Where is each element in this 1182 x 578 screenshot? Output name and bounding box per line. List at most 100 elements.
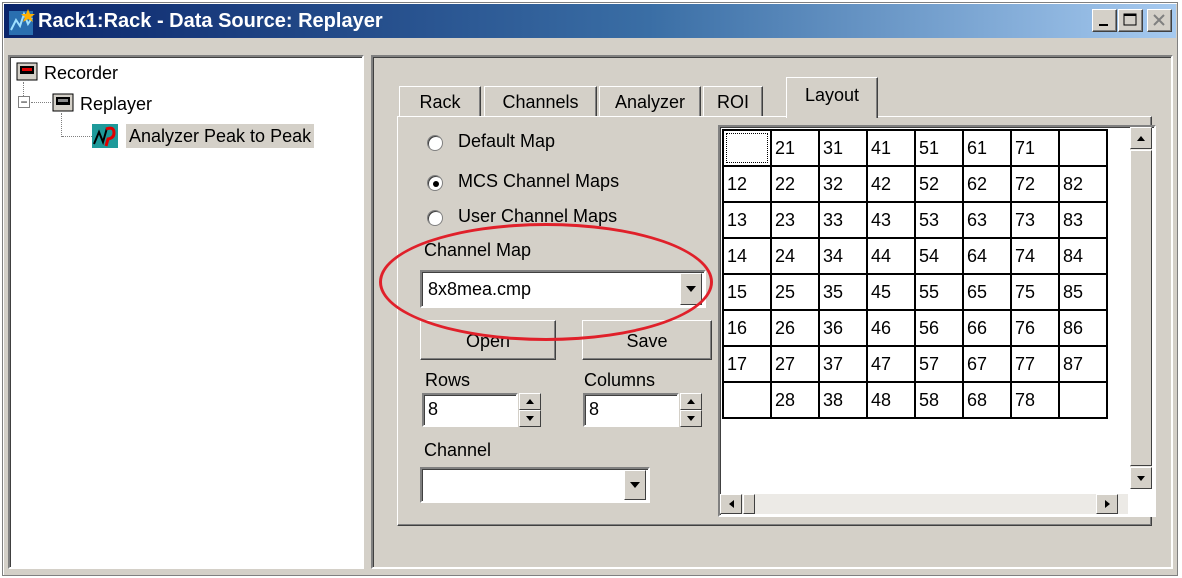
grid-cell[interactable]: 17: [722, 345, 772, 383]
rows-up-icon[interactable]: [519, 393, 541, 410]
grid-cell[interactable]: 87: [1058, 345, 1108, 383]
columns-up-icon[interactable]: [680, 393, 702, 410]
grid-cell[interactable]: 22: [770, 165, 820, 203]
save-button[interactable]: Save: [582, 320, 712, 360]
grid-cell[interactable]: 75: [1010, 273, 1060, 311]
grid-cell[interactable]: 25: [770, 273, 820, 311]
grid-cell[interactable]: 15: [722, 273, 772, 311]
grid-cell[interactable]: 36: [818, 309, 868, 347]
rows-down-icon[interactable]: [519, 410, 541, 427]
grid-cell[interactable]: 68: [962, 381, 1012, 419]
grid-cell[interactable]: 56: [914, 309, 964, 347]
columns-input[interactable]: 8: [583, 393, 679, 427]
grid-cell[interactable]: 83: [1058, 201, 1108, 239]
grid-cell[interactable]: 52: [914, 165, 964, 203]
grid-cell[interactable]: 55: [914, 273, 964, 311]
grid-cell[interactable]: 26: [770, 309, 820, 347]
maximize-button[interactable]: [1118, 9, 1143, 32]
grid-cell[interactable]: [1058, 381, 1108, 419]
channel-map-dropdown[interactable]: 8x8mea.cmp: [420, 270, 706, 308]
grid-cell[interactable]: 64: [962, 237, 1012, 275]
grid-cell[interactable]: 76: [1010, 309, 1060, 347]
grid-cell[interactable]: 14: [722, 237, 772, 275]
app-icon[interactable]: [8, 8, 36, 36]
mcs-channel-maps-radio[interactable]: [427, 175, 443, 191]
tree-item-replayer[interactable]: Replayer: [80, 94, 152, 115]
grid-cell[interactable]: 66: [962, 309, 1012, 347]
grid-cell[interactable]: 43: [866, 201, 916, 239]
grid-cell[interactable]: 72: [1010, 165, 1060, 203]
grid-cell[interactable]: [1058, 129, 1108, 167]
grid-cell[interactable]: 47: [866, 345, 916, 383]
grid-cell[interactable]: 54: [914, 237, 964, 275]
channel-dropdown-arrow-icon[interactable]: [624, 470, 646, 500]
vertical-scroll-thumb[interactable]: [1130, 150, 1152, 466]
grid-cell[interactable]: 84: [1058, 237, 1108, 275]
tab-layout[interactable]: Layout: [786, 77, 878, 118]
mcs-channel-maps-label[interactable]: MCS Channel Maps: [458, 171, 619, 192]
grid-cell[interactable]: 37: [818, 345, 868, 383]
channel-map-dropdown-arrow-icon[interactable]: [680, 273, 702, 305]
grid-cell[interactable]: 74: [1010, 237, 1060, 275]
open-button[interactable]: Open: [420, 320, 556, 360]
grid-cell[interactable]: 78: [1010, 381, 1060, 419]
grid-cell[interactable]: 61: [962, 129, 1012, 167]
channel-dropdown[interactable]: [420, 467, 650, 503]
grid-cell[interactable]: 16: [722, 309, 772, 347]
grid-cell[interactable]: 73: [1010, 201, 1060, 239]
grid-cell[interactable]: 63: [962, 201, 1012, 239]
grid-cell[interactable]: [722, 129, 772, 167]
grid-cell[interactable]: 23: [770, 201, 820, 239]
grid-cell[interactable]: 46: [866, 309, 916, 347]
grid-cell[interactable]: 44: [866, 237, 916, 275]
channel-layout-grid[interactable]: 21 31 41 51 61 71 12 22 32 42 52 62 72 82 13 23 33 43 53 63…: [718, 125, 1156, 517]
grid-cell[interactable]: 77: [1010, 345, 1060, 383]
grid-cell[interactable]: [722, 381, 772, 419]
grid-cell[interactable]: 45: [866, 273, 916, 311]
grid-cell[interactable]: 35: [818, 273, 868, 311]
grid-cell[interactable]: 58: [914, 381, 964, 419]
grid-cell[interactable]: 71: [1010, 129, 1060, 167]
grid-cell[interactable]: 24: [770, 237, 820, 275]
scroll-left-icon[interactable]: [720, 494, 742, 514]
tree-item-recorder[interactable]: Recorder: [44, 63, 118, 84]
default-map-label[interactable]: Default Map: [458, 131, 555, 152]
grid-cell[interactable]: 51: [914, 129, 964, 167]
grid-cell[interactable]: 67: [962, 345, 1012, 383]
scroll-down-icon[interactable]: [1130, 467, 1152, 489]
grid-cell[interactable]: 62: [962, 165, 1012, 203]
scroll-up-icon[interactable]: [1130, 127, 1152, 149]
scroll-right-icon[interactable]: [1096, 494, 1118, 514]
tab-analyzer[interactable]: Analyzer: [599, 86, 701, 116]
grid-cell[interactable]: 41: [866, 129, 916, 167]
grid-cell[interactable]: 38: [818, 381, 868, 419]
grid-cell[interactable]: 21: [770, 129, 820, 167]
grid-cell[interactable]: 31: [818, 129, 868, 167]
grid-cell[interactable]: 53: [914, 201, 964, 239]
tab-rack[interactable]: Rack: [399, 86, 481, 116]
grid-cell[interactable]: 65: [962, 273, 1012, 311]
collapse-icon[interactable]: −: [18, 96, 30, 108]
default-map-radio[interactable]: [427, 135, 443, 151]
user-channel-maps-radio[interactable]: [427, 210, 443, 226]
rows-input[interactable]: 8: [422, 393, 518, 427]
minimize-button[interactable]: [1092, 9, 1117, 32]
grid-cell[interactable]: 28: [770, 381, 820, 419]
columns-down-icon[interactable]: [680, 410, 702, 427]
grid-cell[interactable]: 57: [914, 345, 964, 383]
grid-cell[interactable]: 85: [1058, 273, 1108, 311]
tab-channels[interactable]: Channels: [484, 86, 597, 116]
grid-cell[interactable]: 42: [866, 165, 916, 203]
grid-cell[interactable]: 82: [1058, 165, 1108, 203]
grid-cell[interactable]: 32: [818, 165, 868, 203]
grid-cell[interactable]: 34: [818, 237, 868, 275]
tree-item-analyzer[interactable]: Analyzer Peak to Peak: [126, 124, 315, 148]
grid-cell[interactable]: 12: [722, 165, 772, 203]
horizontal-scrollbar[interactable]: [720, 494, 1128, 514]
grid-cell[interactable]: 27: [770, 345, 820, 383]
horizontal-scroll-thumb[interactable]: [743, 494, 755, 514]
grid-cell[interactable]: 33: [818, 201, 868, 239]
grid-cell[interactable]: 13: [722, 201, 772, 239]
tab-roi[interactable]: ROI: [703, 86, 763, 116]
close-button[interactable]: [1147, 9, 1172, 32]
